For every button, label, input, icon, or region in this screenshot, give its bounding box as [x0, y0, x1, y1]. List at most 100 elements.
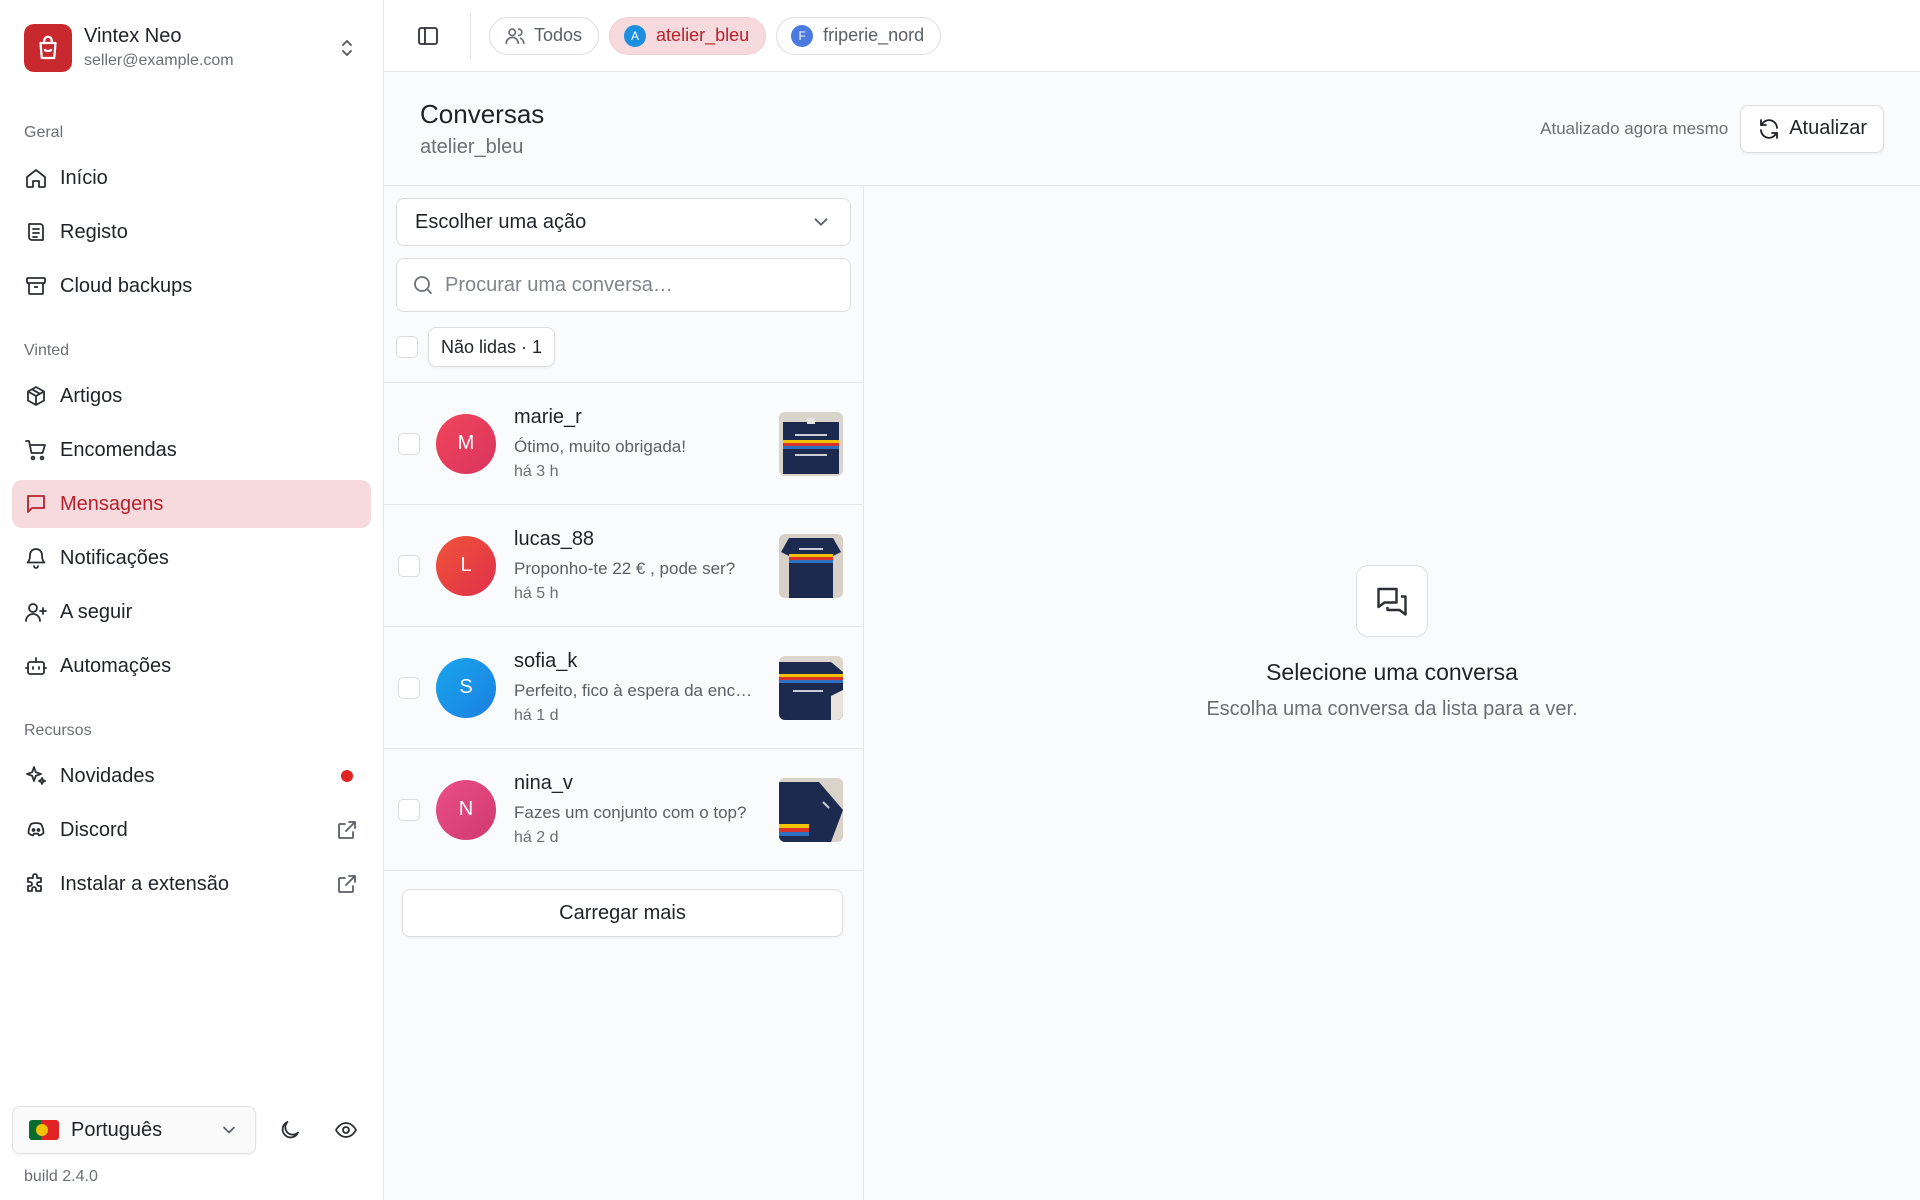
messages-square-icon — [1356, 565, 1428, 637]
item-thumbnail — [779, 533, 843, 598]
sidebar-item-label: Registo — [60, 220, 128, 243]
package-icon — [24, 384, 48, 408]
conversation-checkbox[interactable] — [398, 554, 420, 577]
sidebar-item-label: Automações — [60, 654, 172, 677]
sidebar-item-encomendas[interactable]: Encomendas — [12, 426, 371, 474]
sidebar-item-artigos[interactable]: Artigos — [12, 372, 371, 420]
chevrons-up-down-icon[interactable] — [335, 36, 359, 60]
account-switcher[interactable]: Vintex Neo seller@example.com — [0, 0, 383, 96]
shopping-bag-logo-icon — [24, 24, 72, 72]
divider — [470, 12, 471, 59]
external-link-icon — [335, 818, 359, 842]
build-version: build 2.4.0 — [24, 1168, 98, 1185]
main-area: Todos A atelier_bleu F friperie_nord Con… — [384, 0, 1920, 1200]
discord-icon — [24, 818, 48, 842]
filter-chip-friperie-nord[interactable]: F friperie_nord — [776, 16, 942, 55]
filter-chip-label: Todos — [534, 25, 583, 45]
conversation-username: marie_r — [514, 406, 582, 428]
account-name: Vintex Neo — [84, 25, 182, 47]
sidebar-item-label: A seguir — [60, 600, 133, 623]
filter-chip-label: atelier_bleu — [656, 25, 750, 45]
conversation-item[interactable]: S sofia_k Perfeito, fico à espera da enc… — [384, 627, 863, 749]
sidebar-item-instalar-extensao[interactable]: Instalar a extensão — [12, 860, 371, 908]
chevron-down-icon — [219, 1120, 239, 1140]
sidebar-item-label: Cloud backups — [60, 274, 193, 297]
sparkles-icon — [24, 764, 48, 788]
item-thumbnail — [779, 411, 843, 476]
sidebar-item-label: Novidades — [60, 764, 155, 787]
conversation-checkbox[interactable] — [398, 798, 420, 821]
search-input[interactable] — [445, 273, 836, 297]
bulk-action-select[interactable]: Escolher uma ação — [396, 198, 851, 246]
filter-chip-todos[interactable]: Todos — [489, 16, 600, 55]
sidebar-item-label: Notificações — [60, 546, 169, 569]
page-subtitle: atelier_bleu — [420, 135, 524, 158]
refresh-label: Atualizar — [1789, 117, 1867, 139]
sidebar-item-label: Encomendas — [60, 438, 177, 461]
conversation-last-message: Perfeito, fico à espera da encomenda — [514, 681, 760, 700]
portugal-flag-icon — [29, 1120, 59, 1140]
conversation-time: há 3 h — [514, 463, 559, 480]
filter-chip-label: friperie_nord — [823, 25, 925, 45]
conversation-last-message: Ótimo, muito obrigada! — [514, 437, 686, 456]
conversation-item[interactable]: L lucas_88 Proponho-te 22 € , pode ser? … — [384, 505, 863, 627]
page-title: Conversas — [420, 98, 545, 129]
language-select[interactable]: Português — [12, 1106, 256, 1154]
language-label: Português — [71, 1118, 163, 1141]
unread-filter-chip[interactable]: Não lidas · 1 — [428, 327, 556, 367]
chevron-down-icon — [810, 211, 832, 233]
account-email: seller@example.com — [84, 52, 234, 69]
archive-icon — [24, 274, 48, 298]
sidebar-item-label: Início — [60, 166, 108, 189]
sidebar-item-automacoes[interactable]: Automações — [12, 642, 371, 690]
conversation-username: sofia_k — [514, 650, 578, 672]
sidebar-item-notificacoes[interactable]: Notificações — [12, 534, 371, 582]
load-more-button[interactable]: Carregar mais — [402, 889, 843, 937]
log-icon — [24, 220, 48, 244]
avatar: S — [436, 657, 496, 718]
conversation-username: nina_v — [514, 772, 573, 794]
sidebar-item-label: Artigos — [60, 384, 123, 407]
theme-toggle-button[interactable] — [266, 1106, 314, 1154]
page-header: Conversas atelier_bleu Atualizado agora … — [384, 72, 1920, 186]
conversation-time: há 2 d — [514, 829, 559, 846]
sidebar-item-inicio[interactable]: Início — [12, 154, 371, 202]
conversation-item[interactable]: M marie_r Ótimo, muito obrigada! há 3 h — [384, 383, 863, 505]
conversation-item[interactable]: N nina_v Fazes um conjunto com o top? há… — [384, 749, 863, 871]
section-label-geral: Geral — [24, 124, 64, 141]
bulk-action-label: Escolher uma ação — [415, 210, 587, 233]
sidebar-item-a-seguir[interactable]: A seguir — [12, 588, 371, 636]
sidebar-item-cloud-backups[interactable]: Cloud backups — [12, 262, 371, 310]
conversation-checkbox[interactable] — [398, 432, 420, 455]
conversation-checkbox[interactable] — [398, 676, 420, 699]
user-plus-icon — [24, 600, 48, 624]
conversation-time: há 5 h — [514, 585, 559, 602]
topbar: Todos A atelier_bleu F friperie_nord — [384, 0, 1920, 72]
select-all-checkbox[interactable] — [396, 336, 418, 358]
sidebar-item-registo[interactable]: Registo — [12, 208, 371, 256]
eye-icon — [334, 1118, 358, 1142]
sidebar-item-label: Mensagens — [60, 492, 164, 515]
avatar: N — [436, 779, 496, 840]
sidebar-item-label: Discord — [60, 818, 128, 841]
avatar: M — [436, 413, 496, 474]
puzzle-icon — [24, 872, 48, 896]
privacy-toggle-button[interactable] — [322, 1106, 370, 1154]
home-icon — [24, 166, 48, 190]
item-thumbnail — [779, 777, 843, 842]
item-thumbnail — [779, 655, 843, 720]
sidebar-item-discord[interactable]: Discord — [12, 806, 371, 854]
section-label-recursos: Recursos — [24, 722, 92, 739]
sidebar-item-novidades[interactable]: Novidades — [12, 752, 371, 800]
refresh-button[interactable]: Atualizar — [1740, 104, 1884, 153]
conversation-time: há 1 d — [514, 707, 559, 724]
search-icon — [411, 273, 435, 297]
refresh-icon — [1757, 117, 1781, 141]
account-avatar: F — [791, 24, 814, 47]
filter-chip-atelier-bleu[interactable]: A atelier_bleu — [609, 16, 767, 55]
sidebar-toggle-button[interactable] — [408, 16, 448, 56]
sidebar-item-mensagens[interactable]: Mensagens — [12, 480, 371, 528]
empty-state-subtitle: Escolha uma conversa da lista para a ver… — [1206, 698, 1578, 720]
conversation-last-message: Fazes um conjunto com o top? — [514, 803, 747, 822]
update-status: Atualizado agora mesmo — [1540, 118, 1729, 138]
